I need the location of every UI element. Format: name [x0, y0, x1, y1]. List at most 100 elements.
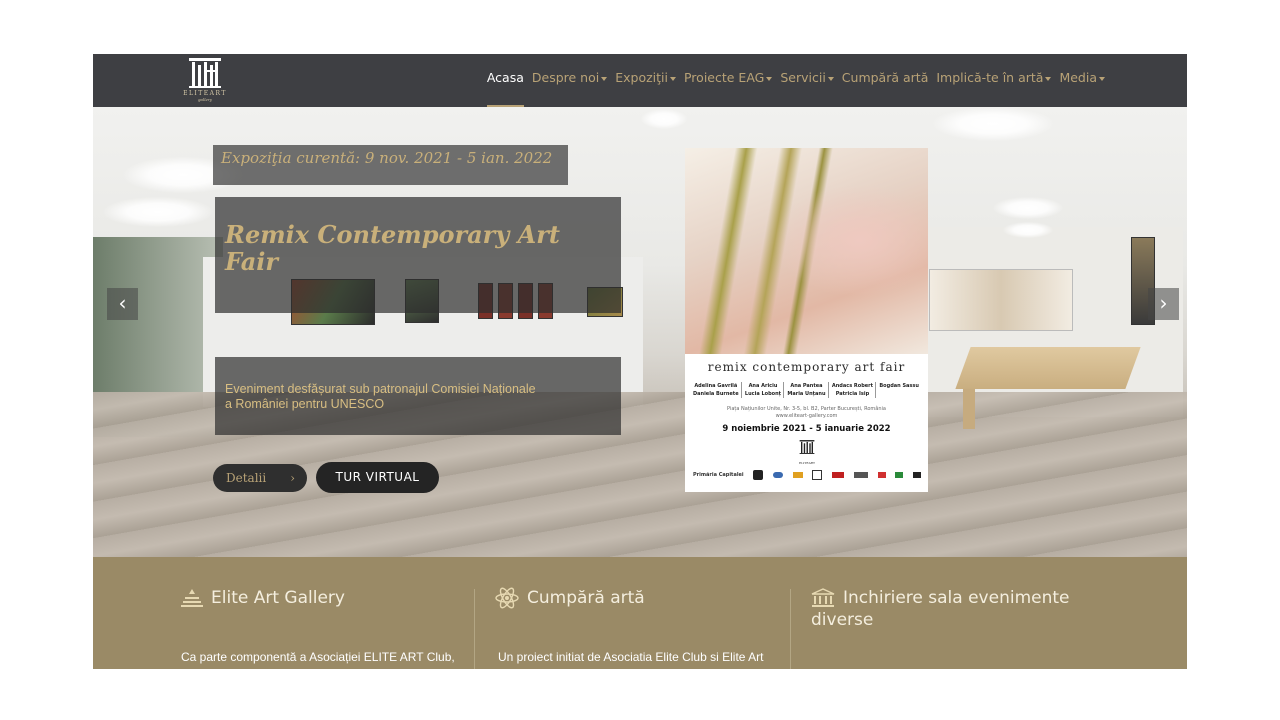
artist-column: Andacs Robert Patricia Isip [831, 382, 877, 398]
info-section: Elite Art Gallery Ca parte componentă a … [93, 557, 1187, 669]
artist-column: Bogdan Sassu [879, 382, 921, 398]
caret-down-icon [669, 76, 676, 81]
menu-item-cumpara-arta[interactable]: Cumpără artă [842, 54, 929, 107]
address-text: Piața Națiunilor Unite, Nr. 3-5, bl. B2,… [727, 406, 886, 412]
logo-text: ELITEART [183, 90, 227, 97]
current-exhibition-text: Expoziţia curentă: 9 nov. 2021 - 5 ian. … [221, 149, 553, 167]
building-columns-icon [811, 588, 835, 607]
columns-logo-icon [799, 440, 815, 454]
info-title-text: Inchiriere sala evenimente [843, 588, 1070, 608]
menu-label: Implică-te în artă [936, 70, 1044, 85]
painting [929, 269, 1073, 331]
info-text: Ca parte componentă a Asociației ELITE A… [181, 650, 455, 664]
ceiling-light [1003, 222, 1053, 238]
website-frame: ELITEART gallery Acasa Despre noi Expozi… [93, 54, 1187, 669]
menu-label: Servicii [780, 70, 826, 85]
poster-address: Piața Națiunilor Unite, Nr. 3-5, bl. B2,… [685, 406, 928, 420]
virtual-tour-button[interactable]: TUR VIRTUAL [316, 462, 439, 493]
menu-label: Proiecte EAG [683, 70, 765, 85]
artist-column: Ana Ariciu Lucia Lobonț [744, 382, 785, 398]
menu-item-implica-te[interactable]: Implică-te în artă [936, 54, 1052, 107]
menu-item-despre-noi[interactable]: Despre noi [531, 54, 608, 107]
top-navbar: ELITEART gallery Acasa Despre noi Expozi… [93, 54, 1187, 107]
ceiling-light [933, 107, 1053, 141]
slide-subtitle: Eveniment desfășurat sub patronajul Comi… [225, 382, 615, 412]
ceiling-light [641, 109, 687, 129]
info-title-text: Elite Art Gallery [211, 588, 345, 608]
poster-sponsors: Primăria Capitalei [693, 470, 921, 480]
menu-item-servicii[interactable]: Servicii [780, 54, 834, 107]
menu-label: Media [1059, 70, 1097, 85]
desk-leg [963, 389, 975, 429]
details-label: Detalii [226, 471, 267, 485]
sponsor-logo-icon [812, 470, 823, 480]
sponsor-logo-icon [853, 472, 868, 478]
sponsor-primaria: Primăria Capitalei [693, 472, 744, 478]
hero-slider: Expoziţia curentă: 9 nov. 2021 - 5 ian. … [93, 107, 1187, 557]
sponsor-logo-icon [877, 472, 886, 478]
artist-name: Ana Ariciu [748, 383, 778, 389]
artist-name: Maria Unțanu [787, 391, 826, 397]
info-text: Un proiect initiat de Asociatia Elite Cl… [498, 650, 764, 664]
main-menu: Acasa Despre noi Expoziţii Proiecte EAG … [486, 54, 1105, 107]
slider-prev-button[interactable]: ‹ [107, 288, 138, 320]
website-text: www.eliteart-gallery.com [775, 413, 838, 419]
info-title: Elite Art Gallery [181, 587, 471, 609]
info-column-cumpara-arta: Cumpără artă Un proiect initiat de Asoci… [495, 587, 795, 664]
sponsor-logo-icon [912, 472, 921, 478]
info-title-text: Cumpără artă [527, 588, 645, 608]
menu-item-media[interactable]: Media [1059, 54, 1105, 107]
poster-artwork [685, 148, 928, 354]
menu-item-expozitii[interactable]: Expoziţii [615, 54, 676, 107]
caret-down-icon [1099, 76, 1105, 81]
subtitle-line-2: a României pentru UNESCO [225, 397, 385, 411]
chevron-right-icon: › [290, 471, 295, 485]
current-exhibition-banner: Expoziţia curentă: 9 nov. 2021 - 5 ian. … [213, 145, 568, 185]
column-divider [474, 589, 475, 669]
column-divider [790, 589, 791, 669]
exhibition-poster[interactable]: remix contemporary art fair Adelina Gavr… [685, 148, 928, 492]
sponsor-logo-icon [792, 472, 803, 478]
artist-name: Adelina Gavrilă [694, 383, 738, 389]
artist-name: Patricia Isip [835, 391, 870, 397]
artist-column: Adelina Gavrilă Daniela Burnete [693, 382, 742, 398]
info-column-elite-art-gallery: Elite Art Gallery Ca parte componentă a … [181, 587, 471, 664]
chevron-right-icon: › [1159, 291, 1168, 315]
details-button[interactable]: Detalii › [213, 464, 307, 492]
menu-label: Cumpără artă [841, 70, 929, 85]
artist-name: Ana Pantea [790, 383, 823, 389]
slide-title: Remix Contemporary Art Fair [225, 220, 560, 276]
logo-subtext: gallery [197, 97, 213, 102]
caret-down-icon [1045, 76, 1052, 81]
artist-name: Lucia Lobonț [744, 391, 782, 397]
menu-label: Expoziţii [615, 70, 668, 85]
poster-artists: Adelina Gavrilă Daniela Burnete Ana Arici… [693, 382, 921, 398]
caret-down-icon [766, 76, 773, 81]
atom-icon [495, 587, 519, 609]
pillar-icon [181, 589, 203, 607]
ceiling-light [993, 197, 1063, 219]
site-logo[interactable]: ELITEART gallery [179, 56, 231, 104]
artist-name: Andacs Robert [831, 383, 874, 389]
slide-title-box: Remix Contemporary Art Fair [215, 197, 621, 313]
artist-name: Daniela Burnete [693, 391, 739, 397]
artist-column: Ana Pantea Maria Unțanu [787, 382, 829, 398]
chevron-left-icon: ‹ [118, 291, 127, 315]
poster-logo: ELITEART [795, 437, 819, 465]
sponsor-logo-icon [895, 472, 904, 478]
subtitle-line-1: Eveniment desfășurat sub patronajul Comi… [225, 382, 536, 396]
sponsor-logo-icon [753, 470, 764, 480]
ceiling-light [103, 197, 213, 227]
slider-next-button[interactable]: › [1148, 288, 1179, 320]
poster-logo-text: ELITEART [799, 461, 815, 465]
caret-down-icon [601, 76, 608, 81]
menu-label: Acasa [486, 70, 524, 85]
columns-logo-icon [189, 58, 221, 88]
info-column-inchiriere-sala: Inchiriere sala evenimente diverse [811, 587, 1111, 631]
menu-item-proiecte-eag[interactable]: Proiecte EAG [683, 54, 773, 107]
menu-label: Despre noi [531, 70, 600, 85]
sponsor-logo-icon [832, 472, 845, 478]
caret-down-icon [827, 76, 834, 81]
info-title: Cumpără artă [495, 587, 795, 609]
menu-item-acasa[interactable]: Acasa [486, 54, 524, 107]
